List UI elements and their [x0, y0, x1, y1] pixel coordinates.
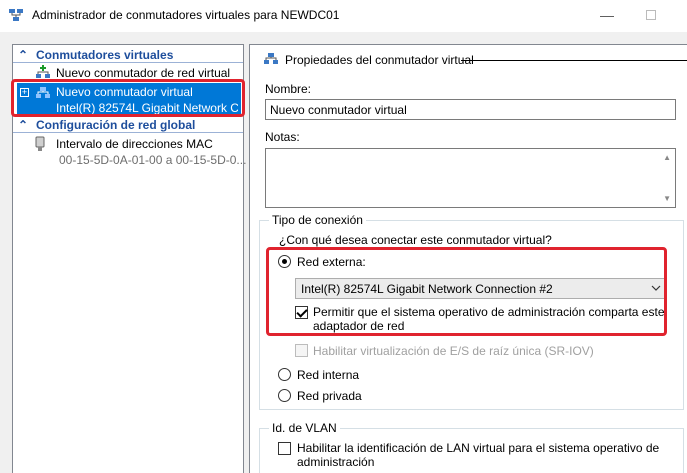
- properties-title-rule: [461, 60, 687, 61]
- tree-header-virtual-switches[interactable]: ⌃ Conmutadores virtuales: [13, 47, 243, 63]
- window-title: Administrador de conmutadores virtuales …: [32, 8, 340, 22]
- tree-item-mac-range[interactable]: Intervalo de direcciones MAC: [56, 137, 213, 151]
- vlan-checkbox[interactable]: [278, 442, 291, 455]
- vlan-label-1: Habilitar la identificación de LAN virtu…: [297, 441, 660, 455]
- maximize-button[interactable]: [641, 6, 661, 24]
- scroll-down-icon[interactable]: ▼: [663, 194, 671, 203]
- allow-management-os-label-2: adaptador de red: [313, 319, 405, 333]
- vlan-title: Id. de VLAN: [269, 421, 340, 435]
- allow-management-os-label-1: Permitir que el sistema operativo de adm…: [313, 305, 665, 319]
- private-network-radio[interactable]: [278, 389, 291, 402]
- tree-item-selected-switch[interactable]: + Nuevo conmutador virtual Intel(R) 8257…: [17, 83, 241, 117]
- switch-name-input[interactable]: [265, 99, 676, 120]
- sriov-checkbox[interactable]: [295, 344, 308, 357]
- connection-question: ¿Con qué desea conectar este conmutador …: [279, 233, 552, 247]
- add-switch-icon: [36, 65, 50, 78]
- private-network-label: Red privada: [297, 389, 362, 403]
- virtual-switch-manager-icon: [9, 9, 23, 21]
- properties-title: Propiedades del conmutador virtual: [285, 53, 474, 67]
- name-label: Nombre:: [265, 82, 312, 96]
- header-divider: [13, 132, 243, 133]
- tree-header-label: Configuración de red global: [36, 118, 196, 132]
- tree-item-new-network-switch[interactable]: Nuevo conmutador de red virtual: [13, 64, 243, 82]
- mac-range-value: 00-15-5D-0A-01-00 a 00-15-5D-0...: [59, 153, 247, 167]
- notes-label: Notas:: [265, 130, 300, 144]
- scroll-up-icon[interactable]: ▲: [663, 153, 671, 162]
- internal-network-radio[interactable]: [278, 368, 291, 381]
- properties-panel: Propiedades del conmutador virtual Nombr…: [249, 44, 687, 473]
- notes-scrollbar[interactable]: ▲ ▼: [658, 149, 675, 207]
- allow-management-os-checkbox[interactable]: [295, 306, 308, 319]
- notes-textarea[interactable]: ▲ ▼: [265, 148, 676, 208]
- sriov-label: Habilitar virtualización de E/S de raíz …: [313, 344, 594, 358]
- external-network-radio[interactable]: [278, 255, 291, 268]
- expand-icon[interactable]: +: [20, 88, 29, 97]
- internal-network-label: Red interna: [297, 368, 360, 382]
- mac-address-icon: [35, 136, 45, 151]
- selected-switch-adapter: Intel(R) 82574L Gigabit Network C...: [56, 101, 238, 115]
- selected-switch-name: Nuevo conmutador virtual: [56, 85, 193, 99]
- tree-header-global-network[interactable]: ⌃ Configuración de red global: [13, 117, 243, 133]
- collapse-chevron-icon[interactable]: ⌃: [16, 117, 30, 133]
- collapse-chevron-icon[interactable]: ⌃: [16, 47, 30, 63]
- minimize-button[interactable]: —: [597, 6, 617, 24]
- connection-type-title: Tipo de conexión: [269, 213, 366, 227]
- header-divider: [13, 62, 243, 63]
- navigation-tree: ⌃ Conmutadores virtuales Nuevo conmutado…: [12, 44, 247, 473]
- tree-item-label: Nuevo conmutador de red virtual: [56, 66, 231, 80]
- tree-header-label: Conmutadores virtuales: [36, 48, 174, 62]
- network-switch-icon: [36, 87, 50, 98]
- external-adapter-value: Intel(R) 82574L Gigabit Network Connecti…: [301, 282, 553, 296]
- external-adapter-select[interactable]: Intel(R) 82574L Gigabit Network Connecti…: [295, 278, 666, 299]
- network-switch-icon: [264, 53, 278, 64]
- vlan-label-2: administración: [297, 455, 375, 469]
- title-bar: Administrador de conmutadores virtuales …: [0, 0, 687, 32]
- external-network-label: Red externa:: [297, 255, 366, 269]
- chevron-down-icon: [651, 285, 661, 291]
- maximize-icon: [646, 10, 656, 20]
